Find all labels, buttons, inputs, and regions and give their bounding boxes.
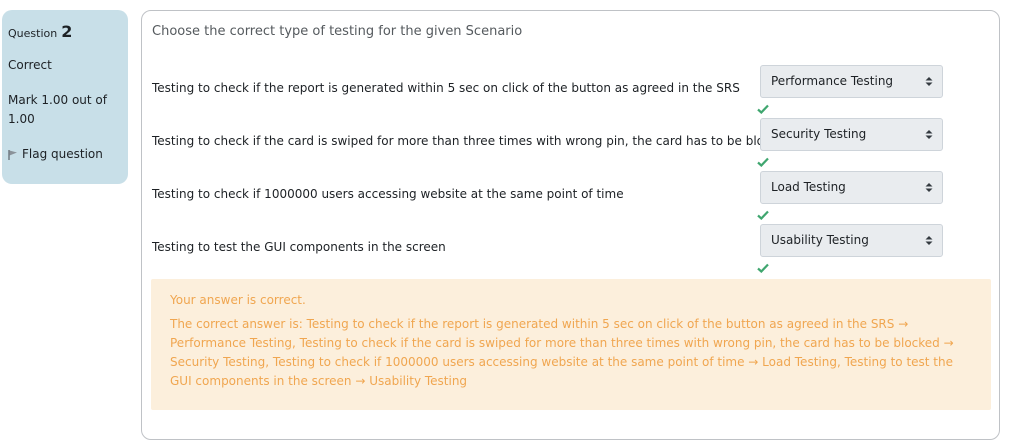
- flag-question-label: Flag question: [22, 147, 103, 161]
- check-icon: [757, 157, 769, 167]
- feedback-box: Your answer is correct. The correct answ…: [151, 279, 991, 410]
- scenario-text: Testing to check if the card is swiped f…: [152, 134, 793, 148]
- answer-select[interactable]: Performance Testing: [760, 65, 943, 98]
- question-label: Question: [8, 27, 58, 40]
- question-number: Question 2: [8, 22, 122, 44]
- question-state: Correct: [8, 58, 52, 72]
- sort-arrows-icon: [925, 236, 933, 245]
- flag-question-button[interactable]: Flag question: [8, 147, 122, 161]
- sort-arrows-icon: [925, 77, 933, 86]
- sort-arrows-icon: [925, 130, 933, 139]
- question-grade: Mark 1.00 out of 1.00: [8, 93, 107, 126]
- answer-select-value: Usability Testing: [771, 233, 869, 247]
- question-prompt: Choose the correct type of testing for t…: [152, 24, 523, 39]
- check-icon: [757, 210, 769, 220]
- scenario-text: Testing to check if 1000000 users access…: [152, 187, 624, 201]
- answer-select-value: Security Testing: [771, 127, 867, 141]
- scenario-text: Testing to test the GUI components in th…: [152, 240, 446, 254]
- sort-arrows-icon: [925, 183, 933, 192]
- check-icon: [757, 104, 769, 114]
- question-info-panel: Question 2 Correct Mark 1.00 out of 1.00…: [2, 10, 128, 184]
- answer-select[interactable]: Security Testing: [760, 118, 943, 151]
- answer-select[interactable]: Usability Testing: [760, 224, 943, 257]
- answer-select-value: Performance Testing: [771, 74, 894, 88]
- scenario-text: Testing to check if the report is genera…: [152, 81, 740, 95]
- check-icon: [757, 263, 769, 273]
- answer-select-value: Load Testing: [771, 180, 846, 194]
- feedback-title: Your answer is correct.: [170, 293, 306, 307]
- answer-select[interactable]: Load Testing: [760, 171, 943, 204]
- flag-icon: [8, 149, 17, 160]
- correct-answer-text: The correct answer is: Testing to check …: [170, 317, 954, 388]
- question-content: Choose the correct type of testing for t…: [141, 10, 1000, 440]
- question-number-value: 2: [61, 22, 73, 41]
